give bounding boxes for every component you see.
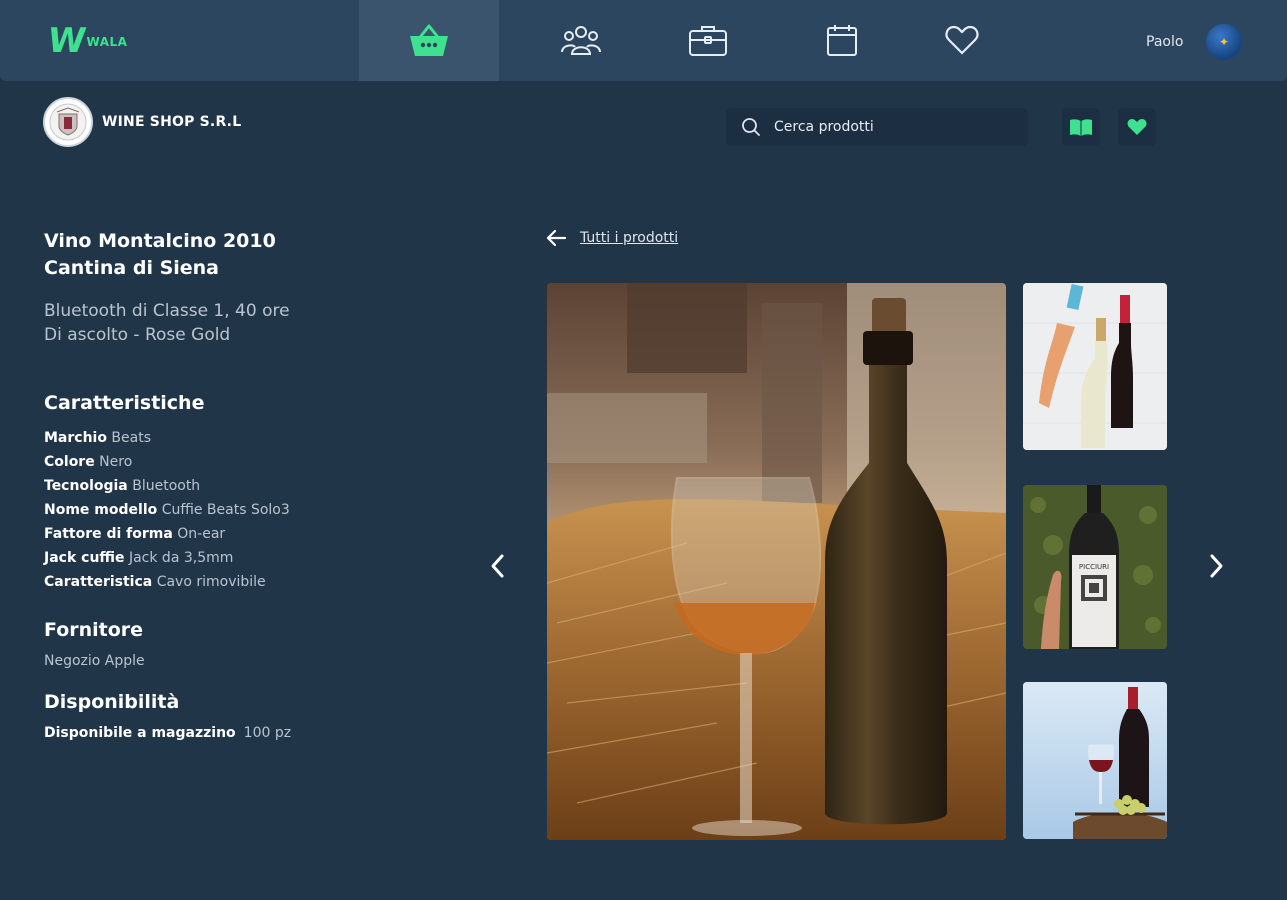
availability-label: Disponibile a magazzino — [44, 725, 236, 741]
feature-label: Tecnologia — [44, 478, 128, 494]
feature-row: Jack cuffie Jack da 3,5mm — [44, 546, 464, 570]
feature-value: Cavo rimovibile — [156, 574, 266, 590]
supplier-heading: Fornitore — [44, 619, 144, 641]
product-subtitle-line2: Di ascolto - Rose Gold — [44, 325, 231, 345]
arrow-left-icon — [546, 229, 567, 247]
wine-barrel-grapes-photo — [1023, 682, 1167, 839]
feature-value: Jack da 3,5mm — [128, 550, 234, 566]
feature-row: Nome modello Cuffie Beats Solo3 — [44, 498, 464, 522]
feature-row: Tecnologia Bluetooth — [44, 474, 464, 498]
feature-value: Beats — [111, 430, 152, 446]
feature-label: Nome modello — [44, 502, 158, 518]
back-to-products[interactable]: Tutti i prodotti — [544, 228, 678, 248]
features-heading: Caratteristiche — [44, 392, 205, 414]
nav-favorites-heart-icon[interactable] — [940, 20, 984, 60]
all-products-link[interactable]: Tutti i prodotti — [580, 230, 678, 246]
wine-bottle-glass-photo — [547, 283, 1006, 840]
feature-row: Fattore di forma On-ear — [44, 522, 464, 546]
wishlist-button[interactable] — [1118, 108, 1156, 146]
basket-icon — [410, 24, 448, 56]
thumbnail-3[interactable] — [1023, 682, 1167, 839]
feature-value: Nero — [99, 454, 133, 470]
supplier-value: Negozio Apple — [44, 653, 145, 669]
avatar-star-icon: ✦ — [1218, 35, 1230, 49]
search-icon — [742, 118, 760, 136]
catalog-button[interactable] — [1062, 108, 1100, 146]
user-name[interactable]: Paolo — [1146, 34, 1183, 50]
gallery-next-button[interactable] — [1200, 548, 1232, 584]
product-title-line1: Vino Montalcino 2010 — [44, 230, 276, 252]
bottle-label-photo: PICCIURI — [1023, 485, 1167, 649]
shop-logo[interactable] — [43, 97, 93, 147]
feature-value: On-ear — [177, 526, 226, 542]
chevron-left-icon — [491, 554, 504, 578]
logo-text: WALA — [86, 35, 128, 49]
availability-row: Disponibile a magazzino 100 pz — [44, 725, 464, 741]
availability-heading: Disponibilità — [44, 691, 180, 713]
gallery-prev-button[interactable] — [482, 548, 514, 584]
shop-name: WINE SHOP S.R.L — [102, 114, 242, 130]
feature-label: Colore — [44, 454, 95, 470]
thumbnail-1[interactable] — [1023, 283, 1167, 450]
product-title: Vino Montalcino 2010 Cantina di Siena — [44, 228, 464, 282]
nav-community-people-icon[interactable] — [559, 20, 603, 60]
heart-filled-icon — [1127, 119, 1147, 135]
top-navigation-bar: W WALA Paolo ✦ — [0, 0, 1287, 81]
open-book-icon — [1070, 119, 1092, 136]
feature-label: Fattore di forma — [44, 526, 173, 542]
nav-calendar-icon[interactable] — [820, 20, 864, 60]
features-list: Marchio Beats Colore Nero Tecnologia Blu… — [44, 426, 464, 594]
briefcase-icon — [689, 26, 727, 56]
availability-value: 100 pz — [243, 725, 292, 741]
feature-label: Marchio — [44, 430, 107, 446]
logo-mark: W — [45, 21, 86, 61]
feature-row: Colore Nero — [44, 450, 464, 474]
product-subtitle: Bluetooth di Classe 1, 40 ore Di ascolto… — [44, 299, 464, 347]
three-bottles-photo — [1023, 283, 1167, 450]
wala-logo[interactable]: W WALA — [45, 21, 128, 61]
feature-value: Bluetooth — [132, 478, 201, 494]
chevron-right-icon — [1210, 554, 1223, 578]
search-input[interactable]: Cerca prodotti — [774, 119, 874, 135]
shop-crest-icon — [49, 103, 87, 141]
label-text: PICCIURI — [1079, 563, 1109, 571]
people-icon — [561, 26, 601, 55]
feature-label: Caratteristica — [44, 574, 153, 590]
main-product-image[interactable] — [547, 283, 1006, 840]
nav-work-briefcase-icon[interactable] — [686, 20, 730, 60]
user-avatar[interactable]: ✦ — [1206, 24, 1242, 60]
heart-icon — [945, 25, 979, 55]
calendar-icon — [827, 25, 857, 56]
feature-row: Marchio Beats — [44, 426, 464, 450]
product-title-line2: Cantina di Siena — [44, 257, 220, 279]
feature-label: Jack cuffie — [44, 550, 125, 566]
thumbnail-2[interactable]: PICCIURI — [1023, 485, 1167, 649]
product-info-panel: Vino Montalcino 2010 Cantina di Siena Bl… — [44, 228, 464, 741]
nav-shop-basket-icon[interactable] — [407, 20, 451, 60]
feature-row: Caratteristica Cavo rimovibile — [44, 570, 464, 594]
search-bar[interactable]: Cerca prodotti — [726, 108, 1028, 146]
product-subtitle-line1: Bluetooth di Classe 1, 40 ore — [44, 301, 290, 321]
feature-value: Cuffie Beats Solo3 — [161, 502, 290, 518]
